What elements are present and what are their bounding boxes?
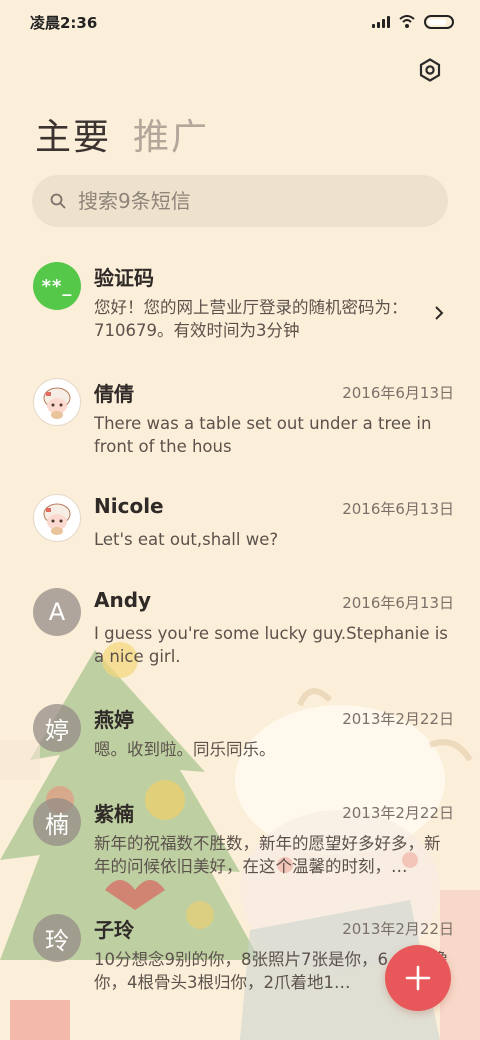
signal-icon <box>372 16 390 28</box>
message-tabs: 主要 推广 <box>35 108 209 160</box>
conversation-preview: Let's eat out,shall we? <box>94 530 279 549</box>
conversation-name: 子玲 <box>94 918 134 942</box>
avatar <box>33 494 81 542</box>
avatar: 楠 <box>33 798 81 846</box>
battery-icon <box>424 15 454 29</box>
tab-primary[interactable]: 主要 <box>35 108 111 160</box>
status-time: 凌晨2:36 <box>30 13 98 32</box>
conversation-item[interactable]: A Andy 2016年6月13日 I guess you're some lu… <box>0 588 480 688</box>
chevron-right-icon <box>435 306 444 320</box>
settings-button[interactable] <box>414 54 446 86</box>
conversation-preview: 您好！您的网上营业厅登录的随机密码为：710679。有效时间为3分钟 <box>94 298 408 340</box>
avatar: 玲 <box>33 914 81 962</box>
conversation-preview: 嗯。收到啦。同乐同乐。 <box>94 740 276 759</box>
cartoon-avatar-icon <box>43 387 71 419</box>
wifi-call-icon <box>399 15 415 28</box>
conversation-name: 紫楠 <box>94 802 134 826</box>
conversation-date: 2016年6月13日 <box>342 384 454 402</box>
conversation-preview: I guess you're some lucky guy.Stephanie … <box>94 624 448 666</box>
avatar: A <box>33 588 81 636</box>
search-icon <box>50 193 66 209</box>
conversation-date: 2013年2月22日 <box>342 804 454 822</box>
status-icons <box>372 15 454 29</box>
conversation-item[interactable]: 倩倩 2016年6月13日 There was a table set out … <box>0 378 480 478</box>
conversation-date: 2013年2月22日 <box>342 710 454 728</box>
conversation-item[interactable]: 婷 燕婷 2013年2月22日 嗯。收到啦。同乐同乐。 <box>0 704 480 784</box>
avatar <box>33 378 81 426</box>
conversation-date: 2016年6月13日 <box>342 594 454 612</box>
conversation-preview: There was a table set out under a tree i… <box>94 414 432 456</box>
compose-button[interactable] <box>385 945 451 1011</box>
conversation-preview: 新年的祝福数不胜数，新年的愿望好多好多，新年的问候依旧美好，在这个温馨的时刻，… <box>94 834 441 876</box>
settings-icon <box>419 58 441 82</box>
avatar: 婷 <box>33 704 81 752</box>
status-bar: 凌晨2:36 <box>0 0 480 44</box>
cartoon-avatar-icon <box>43 503 71 535</box>
conversation-name: 燕婷 <box>94 708 134 732</box>
conversation-item[interactable]: 楠 紫楠 2013年2月22日 新年的祝福数不胜数，新年的愿望好多好多，新年的问… <box>0 798 480 898</box>
conversation-name: 验证码 <box>94 266 154 290</box>
conversation-date: 2016年6月13日 <box>342 500 454 518</box>
conversation-name: Andy <box>94 588 152 612</box>
search-bar[interactable] <box>32 175 448 227</box>
avatar: **_ <box>33 262 81 310</box>
search-input[interactable] <box>78 189 408 213</box>
conversation-item[interactable]: Nicole 2016年6月13日 Let's eat out,shall we… <box>0 494 480 574</box>
plus-icon <box>405 965 431 991</box>
conversation-date: 2013年2月22日 <box>342 920 454 938</box>
conversation-name: Nicole <box>94 494 164 518</box>
conversation-name: 倩倩 <box>94 382 134 406</box>
conversation-item[interactable]: **_ 验证码 您好！您的网上营业厅登录的随机密码为：710679。有效时间为3… <box>0 262 480 362</box>
tab-promotions[interactable]: 推广 <box>133 108 209 160</box>
